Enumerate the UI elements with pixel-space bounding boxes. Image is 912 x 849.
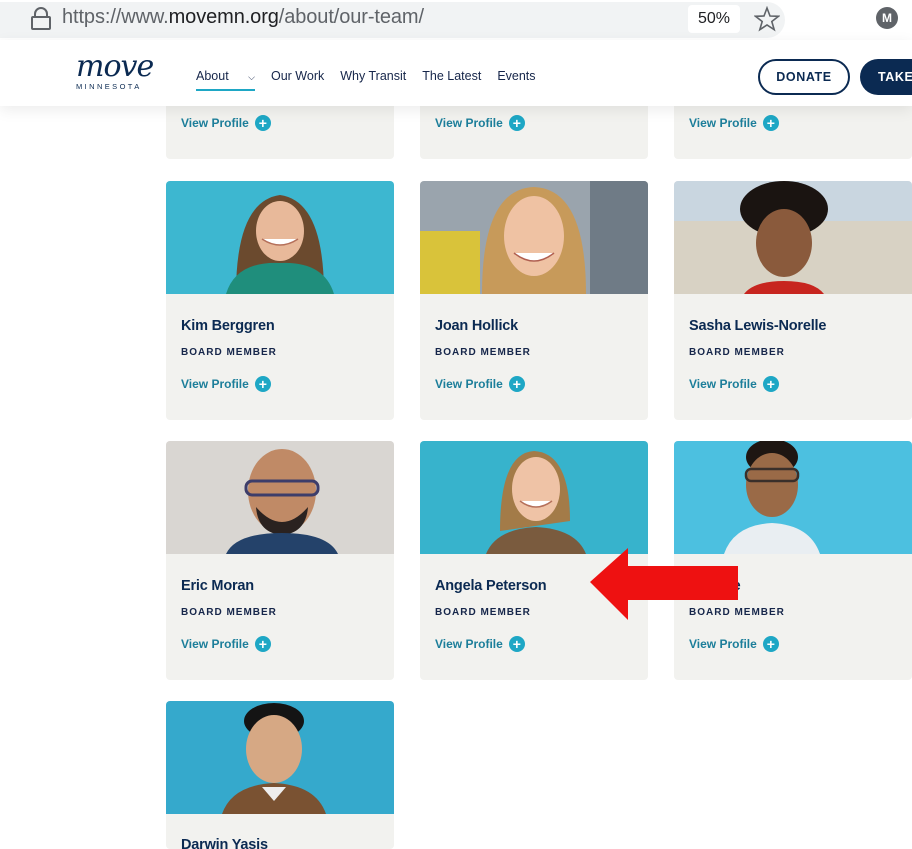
- member-photo[interactable]: [166, 441, 394, 554]
- site-header: move MINNESOTA About ⌵ Our Work Why Tran…: [0, 40, 912, 106]
- member-photo[interactable]: [420, 441, 648, 554]
- member-role: BOARD MEMBER: [181, 607, 277, 618]
- chevron-down-icon: ⌵: [248, 72, 255, 82]
- plus-circle-icon: +: [508, 115, 525, 131]
- profile-avatar[interactable]: M: [876, 7, 898, 29]
- member-photo[interactable]: [420, 181, 648, 294]
- browser-address-bar: https://www.movemn.org/about/our-team/ 5…: [0, 0, 912, 40]
- member-name[interactable]: Kim Berggren: [181, 318, 275, 334]
- view-profile-link[interactable]: View Profile +: [689, 115, 779, 131]
- view-profile-link[interactable]: View Profile +: [181, 376, 271, 392]
- logo-script: move: [76, 49, 154, 84]
- plus-circle-icon: +: [762, 115, 779, 131]
- member-name[interactable]: Eric Moran: [181, 578, 254, 594]
- red-arrow-annotation: [590, 548, 738, 620]
- nav-about-label: About: [196, 69, 229, 83]
- view-profile-label: View Profile: [435, 377, 503, 391]
- team-card: Sasha Lewis-Norelle BOARD MEMBER View Pr…: [674, 181, 912, 420]
- nav-item-our-work[interactable]: Our Work: [271, 69, 324, 91]
- bookmark-star-icon[interactable]: [754, 6, 780, 32]
- donate-button[interactable]: DONATE: [758, 59, 850, 95]
- member-photo[interactable]: [166, 701, 394, 814]
- logo-subtitle: MINNESOTA: [76, 82, 142, 91]
- view-profile-label: View Profile: [181, 637, 249, 651]
- zoom-indicator[interactable]: 50%: [688, 5, 740, 33]
- lock-icon[interactable]: [30, 7, 52, 31]
- nav-item-the-latest[interactable]: The Latest: [422, 69, 481, 91]
- member-name[interactable]: Darwin Yasis: [181, 837, 268, 849]
- plus-circle-icon: +: [762, 376, 779, 392]
- plus-circle-icon: +: [762, 636, 779, 652]
- view-profile-label: View Profile: [435, 637, 503, 651]
- view-profile-link[interactable]: View Profile +: [435, 636, 525, 652]
- main-menu: About ⌵ Our Work Why Transit The Latest …: [196, 69, 552, 91]
- view-profile-label: View Profile: [689, 377, 757, 391]
- member-name[interactable]: Joan Hollick: [435, 318, 518, 334]
- team-card: Joan Hollick BOARD MEMBER View Profile +: [420, 181, 648, 420]
- nav-item-why-transit[interactable]: Why Transit: [340, 69, 406, 91]
- view-profile-label: View Profile: [181, 377, 249, 391]
- view-profile-label: View Profile: [435, 116, 503, 130]
- view-profile-link[interactable]: View Profile +: [181, 636, 271, 652]
- team-card: Darwin Yasis: [166, 701, 394, 849]
- plus-circle-icon: +: [254, 115, 271, 131]
- view-profile-link[interactable]: View Profile +: [435, 115, 525, 131]
- member-role: BOARD MEMBER: [435, 607, 531, 618]
- plus-circle-icon: +: [254, 636, 271, 652]
- member-role: BOARD MEMBER: [689, 347, 785, 358]
- view-profile-link[interactable]: View Profile +: [435, 376, 525, 392]
- plus-circle-icon: +: [508, 376, 525, 392]
- view-profile-link[interactable]: View Profile +: [689, 636, 779, 652]
- team-card: Eric Moran BOARD MEMBER View Profile +: [166, 441, 394, 680]
- member-role: BOARD MEMBER: [435, 347, 531, 358]
- nav-item-events[interactable]: Events: [497, 69, 535, 91]
- member-role: BOARD MEMBER: [181, 347, 277, 358]
- member-photo[interactable]: [166, 181, 394, 294]
- member-photo[interactable]: [674, 181, 912, 294]
- url-text[interactable]: https://www.movemn.org/about/our-team/: [62, 6, 424, 29]
- view-profile-label: View Profile: [689, 116, 757, 130]
- member-photo[interactable]: [674, 441, 912, 554]
- move-minnesota-logo[interactable]: move MINNESOTA: [76, 49, 154, 92]
- plus-circle-icon: +: [254, 376, 271, 392]
- view-profile-label: View Profile: [181, 116, 249, 130]
- member-name[interactable]: Sasha Lewis-Norelle: [689, 318, 826, 334]
- view-profile-link[interactable]: View Profile +: [181, 115, 271, 131]
- member-name[interactable]: Angela Peterson: [435, 578, 547, 594]
- nav-item-about[interactable]: About ⌵: [196, 69, 255, 91]
- view-profile-link[interactable]: View Profile +: [689, 376, 779, 392]
- view-profile-label: View Profile: [689, 637, 757, 651]
- take-action-button[interactable]: TAKE: [860, 59, 912, 95]
- team-card: Kim Berggren BOARD MEMBER View Profile +: [166, 181, 394, 420]
- plus-circle-icon: +: [508, 636, 525, 652]
